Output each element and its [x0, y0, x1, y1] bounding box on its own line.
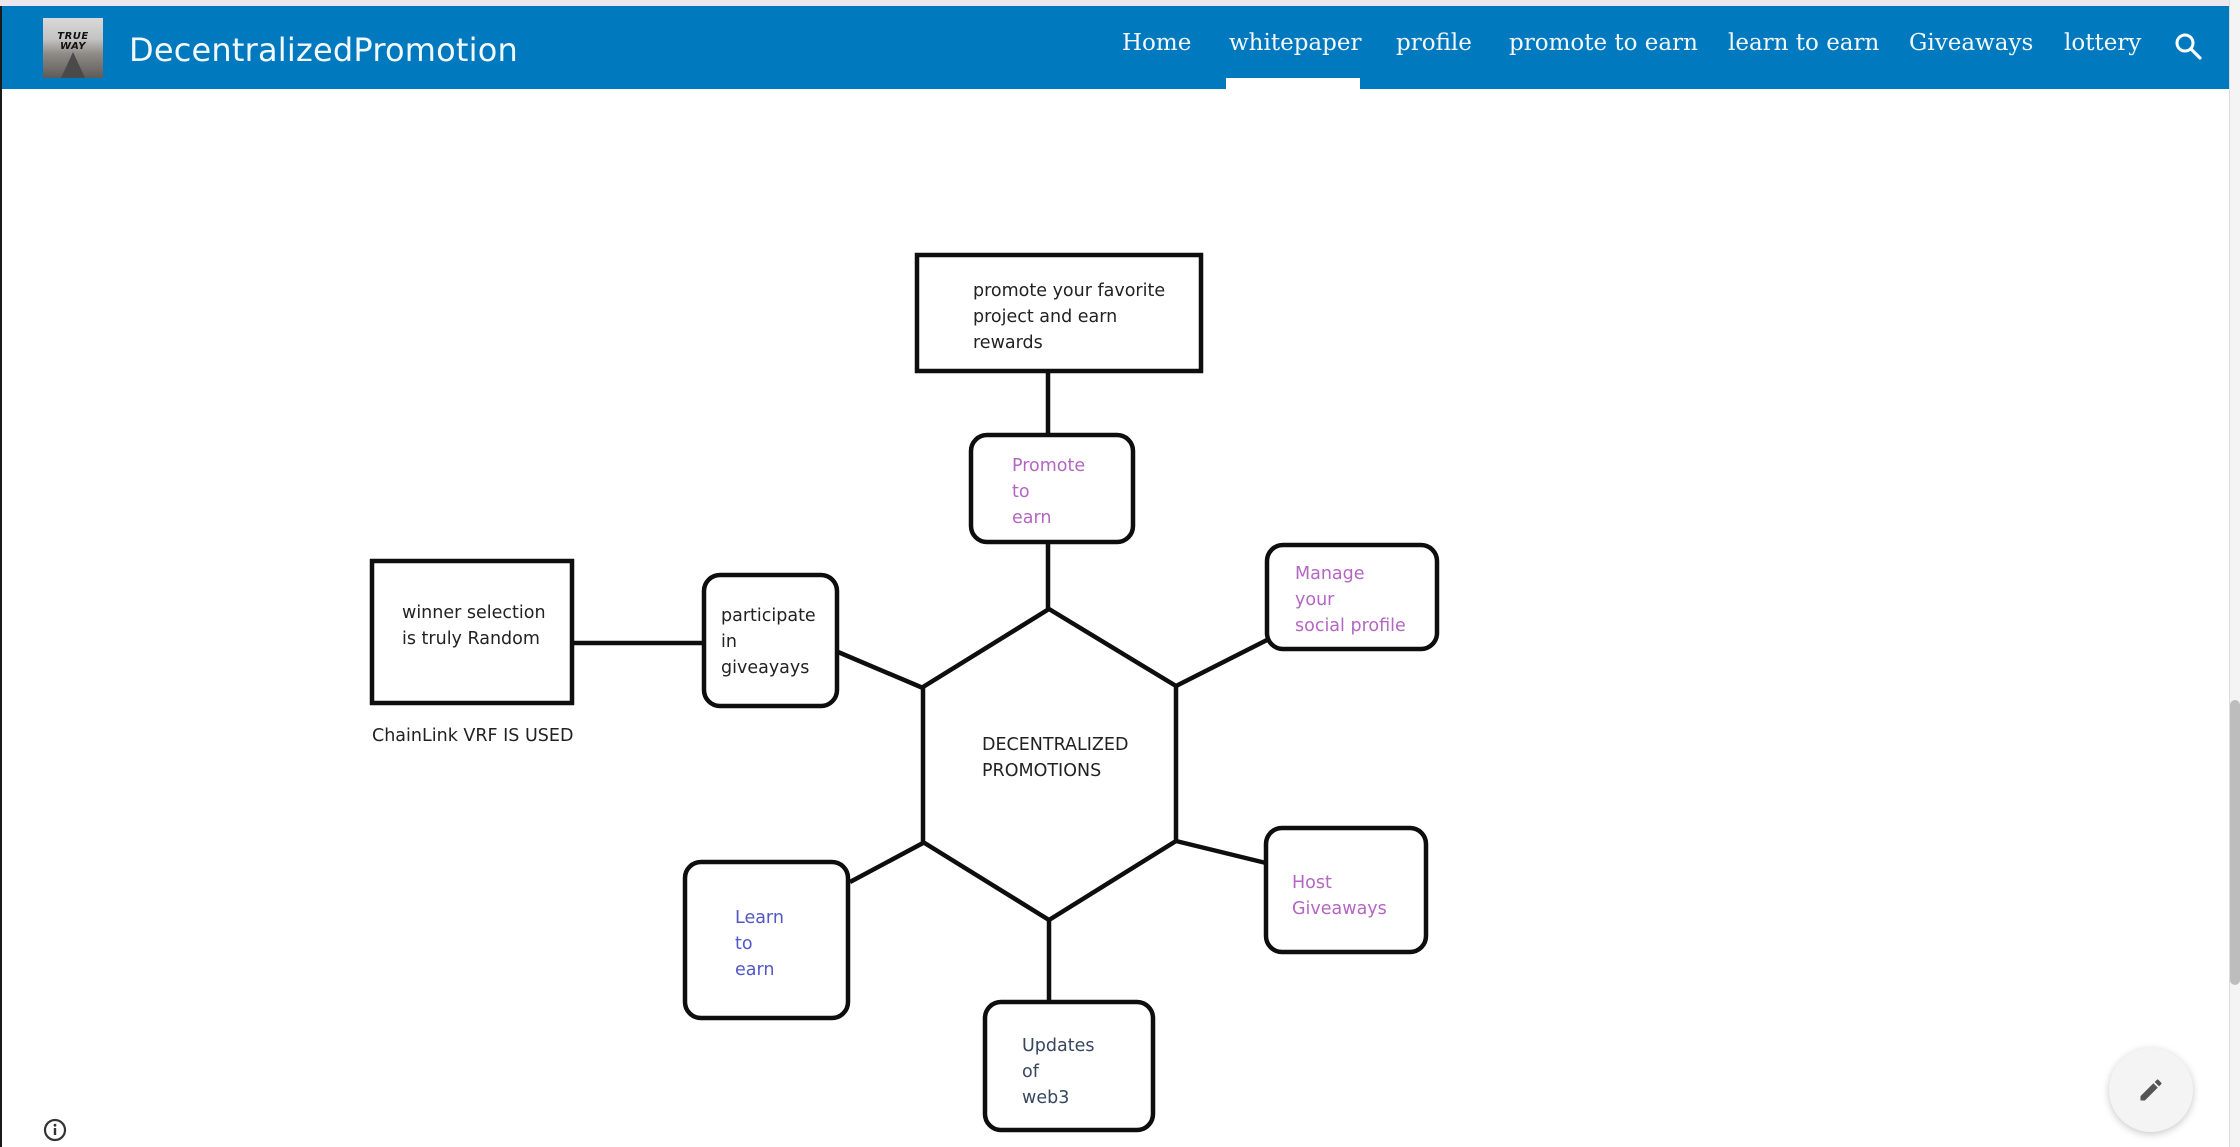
- connector-manage: [1174, 637, 1269, 689]
- edit-pencil-icon: [2140, 1079, 2162, 1101]
- connector-participate: [837, 649, 924, 691]
- chainlink-caption: ChainLink VRF IS USED: [372, 726, 574, 746]
- connector-learn: [848, 841, 925, 884]
- host-box-text: Host Giveaways: [1292, 873, 1387, 919]
- learn-box-text: Learn to earn: [735, 908, 784, 980]
- winner-box-text: winner selection is truly Random: [402, 603, 546, 649]
- scrollbar-thumb[interactable]: [2230, 700, 2240, 985]
- connector-host: [1175, 838, 1267, 866]
- promote-box-text: Promote to earn: [1012, 456, 1086, 528]
- edit-button[interactable]: [2109, 1048, 2193, 1132]
- manage-box-text: Manage your social profile: [1295, 564, 1406, 636]
- participate-box-text: participate in giveayays: [721, 606, 816, 678]
- info-icon[interactable]: [43, 1118, 67, 1142]
- top-box-text: promote your favorite project and earn r…: [973, 281, 1166, 353]
- center-hexagon-text: DECENTRALIZED PROMOTIONS: [982, 735, 1129, 781]
- updates-box-text: Updates of web3: [1022, 1036, 1095, 1108]
- whitepaper-diagram: [369, 252, 1440, 1133]
